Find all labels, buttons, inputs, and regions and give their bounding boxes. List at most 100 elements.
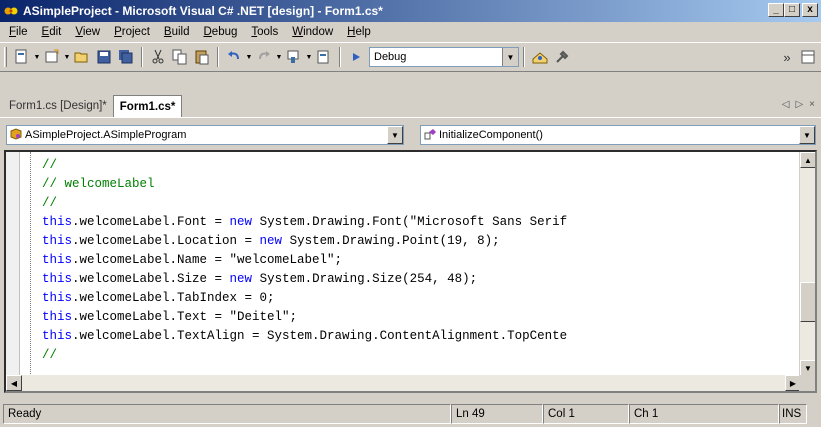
navigate-forward-icon[interactable] [313,46,335,68]
close-tab-icon[interactable]: × [809,99,815,110]
menu-view[interactable]: View [68,26,107,38]
paste-icon[interactable] [191,46,213,68]
code-keyword: this [42,310,73,324]
navigate-dropdown-icon[interactable]: ▼ [305,54,313,61]
toolbar-grip[interactable] [4,47,7,67]
window-layout-icon[interactable] [797,46,819,68]
maximize-button[interactable]: □ [784,3,800,17]
class-selector[interactable]: ASimpleProject.ASimpleProgram ▼ [6,125,404,145]
code-token: System.Drawing.Size(254, 48); [252,272,478,286]
tab-scroll-left-icon[interactable]: ◁ [782,99,790,110]
code-line[interactable]: this.welcomeLabel.Name = "welcomeLabel"; [42,251,567,270]
menu-bar: File Edit View Project Build Debug Tools Window… [0,22,821,42]
undo-icon[interactable] [223,46,245,68]
menu-help[interactable]: Help [340,26,378,38]
menu-build[interactable]: Build [157,26,197,38]
solution-configuration-select[interactable]: Debug ▼ [369,47,519,67]
navigate-icon[interactable] [283,46,305,68]
code-comment: // welcomeLabel [42,177,155,191]
minimize-button[interactable]: _ [768,3,784,17]
code-line[interactable]: this.welcomeLabel.TextAlign = System.Dra… [42,327,567,346]
code-keyword: new [259,234,283,248]
solution-explorer-icon[interactable] [551,46,573,68]
window-title: ASimpleProject - Microsoft Visual C# .NE… [23,4,383,18]
menu-project[interactable]: Project [107,26,157,38]
find-icon[interactable] [529,46,551,68]
status-char: Ch 1 [629,404,779,424]
code-text[interactable]: // // welcomeLabel // this.welcomeLabel.Fon… [42,156,567,365]
code-token: .welcomeLabel.TabIndex = 0; [72,291,275,305]
title-bar: ASimpleProject - Microsoft Visual C# .NE… [0,0,821,22]
code-line[interactable]: // [42,346,567,365]
code-line[interactable]: // welcomeLabel [42,175,567,194]
code-line[interactable]: // [42,156,567,175]
chevron-down-icon[interactable]: ▼ [387,126,403,144]
new-project-icon[interactable] [11,46,33,68]
code-line[interactable]: this.welcomeLabel.Location = new System.… [42,232,567,251]
toolbar-separator [339,47,341,67]
cut-icon[interactable] [147,46,169,68]
menu-window[interactable]: Window [285,26,340,38]
save-icon[interactable] [93,46,115,68]
code-editor[interactable]: // // welcomeLabel // this.welcomeLabel.Fon… [4,150,817,393]
add-item-dropdown-icon[interactable]: ▼ [63,54,71,61]
tab-form1-code[interactable]: Form1.cs* [112,95,183,117]
code-line[interactable]: this.welcomeLabel.Font = new System.Draw… [42,213,567,232]
status-message: Ready [3,404,451,424]
toolbar-separator [523,47,525,67]
code-line[interactable]: this.welcomeLabel.Text = "Deitel"; [42,308,567,327]
redo-icon[interactable] [253,46,275,68]
undo-dropdown-icon[interactable]: ▼ [245,54,253,61]
close-button[interactable]: x [802,3,818,17]
toolbar-separator [141,47,143,67]
chevron-down-icon[interactable]: ▼ [502,48,518,66]
start-icon[interactable] [345,46,367,68]
menu-file[interactable]: File [2,26,35,38]
new-project-dropdown-icon[interactable]: ▼ [33,54,41,61]
code-line[interactable]: this.welcomeLabel.TabIndex = 0; [42,289,567,308]
scroll-left-icon[interactable]: ◀ [6,375,22,391]
menu-tools[interactable]: Tools [244,26,285,38]
class-selector-value: ASimpleProject.ASimpleProgram [25,129,187,141]
code-token: .welcomeLabel.Text = "Deitel"; [72,310,298,324]
vertical-scrollbar[interactable]: ▲ ▼ [799,152,815,376]
member-selector[interactable]: InitializeComponent() ▼ [420,125,816,145]
tab-form1-design[interactable]: Form1.cs [Design]* [3,95,113,117]
scroll-down-icon[interactable]: ▼ [800,360,815,376]
copy-icon[interactable] [169,46,191,68]
code-line[interactable]: // [42,194,567,213]
method-icon [424,128,436,143]
code-comment: // [42,158,58,172]
indicator-margin[interactable] [6,152,20,391]
navigation-bar: ASimpleProject.ASimpleProgram ▼ Initiali… [0,122,821,148]
code-keyword: new [229,215,253,229]
status-insert-mode: INS [779,404,807,424]
save-all-icon[interactable] [115,46,137,68]
visual-studio-icon [3,3,19,19]
code-token: System.Drawing.Point(19, 8); [282,234,500,248]
code-keyword: this [42,234,73,248]
code-comment: // [42,196,58,210]
document-tabs: Form1.cs [Design]* Form1.cs* ◁ ▷ × [0,94,821,118]
vertical-scroll-thumb[interactable] [800,282,815,322]
menu-edit[interactable]: Edit [35,26,69,38]
add-item-icon[interactable] [41,46,63,68]
class-icon [10,127,22,143]
toolbar-overflow-icon[interactable]: » [776,46,798,68]
scrollbar-corner [799,375,815,391]
scroll-up-icon[interactable]: ▲ [800,152,815,168]
chevron-down-icon[interactable]: ▼ [799,126,815,144]
code-token: .welcomeLabel.Name = "welcomeLabel"; [72,253,343,267]
tab-scroll-right-icon[interactable]: ▷ [795,99,803,110]
code-keyword: this [42,215,73,229]
horizontal-scrollbar[interactable]: ◀ ▶ [6,375,801,391]
code-line[interactable]: this.welcomeLabel.Size = new System.Draw… [42,270,567,289]
code-keyword: this [42,329,73,343]
outlining-guide [30,152,31,378]
open-icon[interactable] [71,46,93,68]
status-line: Ln 49 [451,404,543,424]
redo-dropdown-icon[interactable]: ▼ [275,54,283,61]
status-bar: Ready Ln 49 Col 1 Ch 1 INS [0,401,821,427]
menu-debug[interactable]: Debug [196,26,244,38]
code-keyword: this [42,253,73,267]
